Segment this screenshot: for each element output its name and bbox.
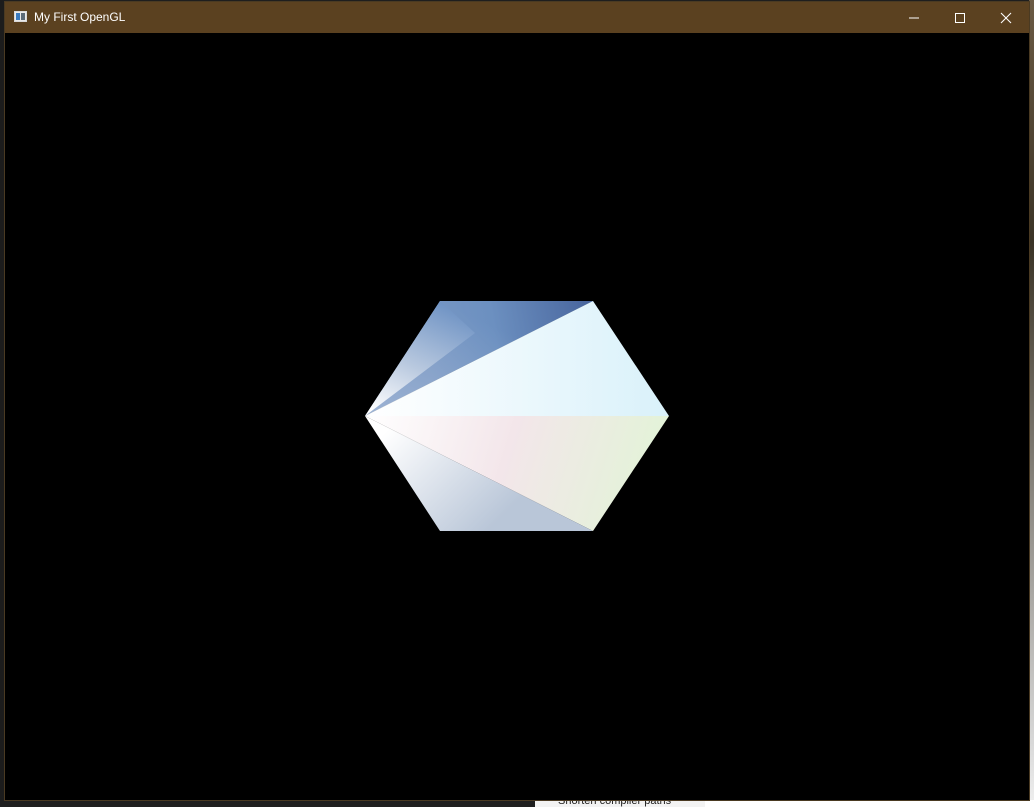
maximize-icon xyxy=(955,12,965,23)
background-code-bottom xyxy=(705,800,1034,807)
minimize-icon xyxy=(909,17,919,18)
app-icon xyxy=(14,11,27,22)
window-title: My First OpenGL xyxy=(34,10,126,24)
minimize-button[interactable] xyxy=(891,2,937,33)
close-button[interactable] xyxy=(983,2,1029,33)
opengl-render xyxy=(365,301,669,531)
background-editor-bottom xyxy=(0,800,535,807)
title-bar[interactable]: My First OpenGL xyxy=(5,2,1029,33)
opengl-viewport[interactable] xyxy=(5,33,1029,800)
background-window-edge-right xyxy=(1029,0,1034,807)
maximize-button[interactable] xyxy=(937,2,983,33)
close-icon xyxy=(1000,12,1012,23)
opengl-window[interactable]: My First OpenGL xyxy=(5,2,1029,800)
